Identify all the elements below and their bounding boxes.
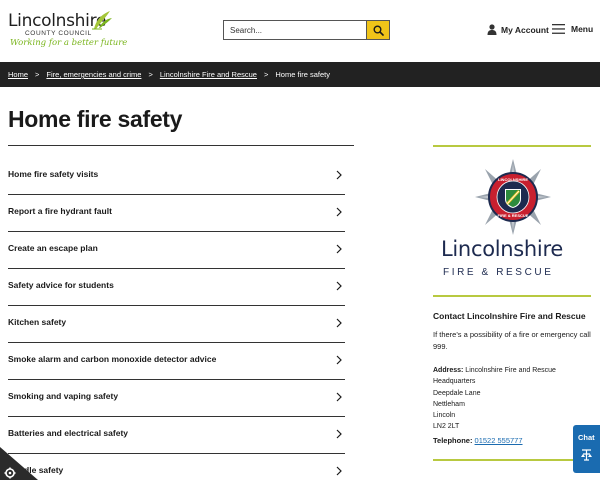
fire-rescue-crest-icon: LINCOLNSHIRE FIRE & RESCUE [475, 159, 551, 235]
breadcrumb-current: Home fire safety [275, 70, 330, 79]
sidebar-divider-top [433, 145, 591, 147]
menu-label: Menu [571, 24, 594, 34]
hamburger-icon [552, 24, 565, 34]
chevron-right-icon [336, 281, 342, 291]
list-item-label: Home fire safety visits [8, 169, 99, 179]
telephone-row: Telephone: 01522 555777 [433, 436, 523, 445]
link-batteries-electrical-safety[interactable]: Batteries and electrical safety [8, 417, 345, 454]
chevron-right-icon [336, 170, 342, 180]
chevron-right-icon [336, 466, 342, 476]
breadcrumb-separator: > [148, 70, 153, 79]
chevron-right-icon [336, 244, 342, 254]
telephone-link[interactable]: 01522 555777 [475, 436, 523, 445]
search-button[interactable] [366, 20, 390, 40]
chevron-right-icon [336, 392, 342, 402]
address-block: Address: Lincolnshire Fire and Rescue He… [433, 365, 591, 433]
chat-button[interactable]: Chat [573, 425, 600, 473]
leaf-icon [92, 11, 112, 30]
cookie-settings-icon[interactable] [0, 447, 38, 480]
svg-text:FIRE & RESCUE: FIRE & RESCUE [498, 213, 529, 218]
breadcrumb-separator: > [35, 70, 40, 79]
list-item-label: Kitchen safety [8, 317, 67, 327]
link-report-fire-hydrant-fault[interactable]: Report a fire hydrant fault [8, 195, 345, 232]
link-create-escape-plan[interactable]: Create an escape plan [8, 232, 345, 269]
link-smoke-alarm-co-detector[interactable]: Smoke alarm and carbon monoxide detector… [8, 343, 345, 380]
list-item-label: Report a fire hydrant fault [8, 206, 112, 216]
list-item-label: Batteries and electrical safety [8, 428, 129, 438]
link-home-fire-safety-visits[interactable]: Home fire safety visits [8, 158, 345, 195]
site-header: Lincolnshire COUNTY COUNCIL Working for … [0, 0, 600, 62]
list-item-label: Create an escape plan [8, 243, 98, 253]
sidebar-divider-middle [433, 295, 591, 297]
breadcrumb-separator: > [263, 70, 269, 79]
title-divider [8, 145, 354, 146]
chat-label: Chat [578, 433, 595, 442]
address-label: Address: [433, 367, 464, 374]
address-line: Lincolnshire Fire and Rescue [465, 367, 556, 374]
chevron-right-icon [336, 355, 342, 365]
breadcrumb-lincolnshire-fire-rescue[interactable]: Lincolnshire Fire and Rescue [160, 70, 257, 79]
my-account-link[interactable]: My Account [487, 24, 549, 35]
list-item-label: Smoking and vaping safety [8, 391, 119, 401]
search-input[interactable] [223, 20, 366, 40]
contact-heading: Contact Lincolnshire Fire and Rescue [433, 311, 586, 321]
address-line: Deepdale Lane [433, 389, 481, 397]
search-icon [373, 25, 384, 36]
telephone-label: Telephone: [433, 436, 473, 445]
list-item-label: Smoke alarm and carbon monoxide detector… [8, 354, 217, 364]
breadcrumb-fire-emergencies-crime[interactable]: Fire, emergencies and crime [46, 70, 141, 79]
link-candle-safety[interactable]: Candle safety [8, 454, 345, 480]
person-icon [487, 24, 497, 35]
contact-sidebar: LINCOLNSHIRE FIRE & RESCUE Lincolnshire … [433, 145, 591, 461]
lincolnshire-county-council-logo[interactable]: Lincolnshire COUNTY COUNCIL Working for … [8, 11, 138, 51]
logo-subtitle: COUNTY COUNCIL [25, 30, 92, 37]
breadcrumb: Home > Fire, emergencies and crime > Lin… [0, 62, 600, 87]
brand-name: Lincolnshire [441, 237, 563, 261]
brand-subtitle: FIRE & RESCUE [443, 267, 554, 278]
address-line: LN2 2LT [433, 423, 460, 431]
address-line: Lincoln [433, 412, 456, 420]
chat-icon [581, 449, 592, 461]
chevron-right-icon [336, 429, 342, 439]
address-line: Nettleham [433, 400, 465, 408]
sidebar-divider-bottom [433, 459, 591, 461]
chevron-right-icon [336, 318, 342, 328]
menu-button[interactable]: Menu [552, 24, 593, 34]
link-safety-advice-students[interactable]: Safety advice for students [8, 269, 345, 306]
address-line: Headquarters [433, 378, 476, 386]
page-title: Home fire safety [8, 106, 183, 132]
my-account-label: My Account [501, 24, 549, 35]
list-item-label: Safety advice for students [8, 280, 114, 290]
breadcrumb-home[interactable]: Home [8, 70, 28, 79]
link-list: Home fire safety visits Report a fire hy… [8, 158, 345, 480]
link-smoking-vaping-safety[interactable]: Smoking and vaping safety [8, 380, 345, 417]
chevron-right-icon [336, 207, 342, 217]
link-kitchen-safety[interactable]: Kitchen safety [8, 306, 345, 343]
search-form [223, 20, 390, 40]
contact-emergency-text: If there's a possibility of a fire or em… [433, 330, 591, 351]
svg-text:LINCOLNSHIRE: LINCOLNSHIRE [498, 177, 528, 182]
logo-tagline: Working for a better future [10, 38, 128, 48]
